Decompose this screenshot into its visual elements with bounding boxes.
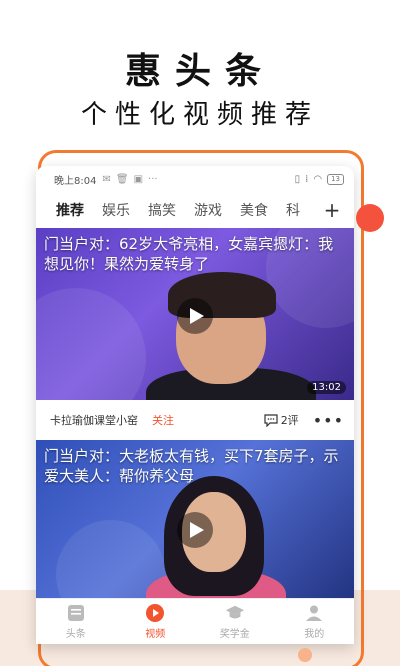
nav-label: 奖学金 <box>219 629 250 640</box>
nav-item-scholarship[interactable]: 奖学金 <box>195 599 275 644</box>
status-time: 晚上8:04 <box>54 175 97 187</box>
stage-light <box>36 288 146 400</box>
play-button[interactable] <box>177 298 213 334</box>
graduation-cap-icon <box>225 603 245 623</box>
status-right: ▯ ⁞ ◠ 13 <box>294 173 344 185</box>
news-icon <box>66 603 86 623</box>
comment-icon <box>264 413 278 427</box>
play-icon <box>189 308 204 324</box>
more-dots-icon: ··· <box>148 173 158 185</box>
notification-icon: ✉ <box>102 173 111 185</box>
status-bar: 晚上8:04 ✉ 🗑 ▣ ··· ▯ ⁞ ◠ 13 <box>36 166 354 192</box>
nav-item-news[interactable]: 头条 <box>36 599 116 644</box>
tabs-fade <box>298 196 320 224</box>
video-title[interactable]: 门当户对：62岁大爷亮相，女嘉宾摁灯：我想见你！果然为爱转身了 <box>44 234 346 274</box>
person-icon <box>304 603 324 623</box>
tab-entertainment[interactable]: 娱乐 <box>102 200 130 220</box>
decorative-dot <box>356 204 384 232</box>
author-name[interactable]: 卡拉瑜伽课堂小窑 <box>50 412 138 428</box>
play-icon <box>189 522 204 538</box>
comment-count: 2评 <box>280 414 299 427</box>
app-screenshot-page: 惠头条 个性化视频推荐 晚上8:04 ✉ 🗑 ▣ ··· ▯ ⁞ ◠ 13 推荐… <box>0 0 400 666</box>
bottom-navigation: 头条 视频 奖学金 我的 <box>36 598 354 644</box>
video-meta-row: 卡拉瑜伽课堂小窑 关注 2评 ••• <box>36 402 354 438</box>
vibrate-icon: ▯ <box>294 173 301 185</box>
nav-item-profile[interactable]: 我的 <box>275 599 355 644</box>
nav-item-video[interactable]: 视频 <box>116 599 196 644</box>
tab-funny[interactable]: 搞笑 <box>148 200 176 220</box>
decorative-dot-small <box>298 648 312 662</box>
wifi-icon: ◠ <box>313 173 323 185</box>
promo-subtitle: 个性化视频推荐 <box>80 100 319 130</box>
follow-button[interactable]: 关注 <box>152 412 174 428</box>
play-button[interactable] <box>177 512 213 548</box>
tab-games[interactable]: 游戏 <box>194 200 222 220</box>
video-card-2[interactable]: 门当户对：大老板太有钱，买下7套房子，示爱大美人：帮你养父母 <box>36 440 354 620</box>
comment-button[interactable]: 2评 <box>264 412 299 428</box>
phone-screen: 晚上8:04 ✉ 🗑 ▣ ··· ▯ ⁞ ◠ 13 推荐 娱乐 搞笑 游戏 美食… <box>36 166 354 644</box>
tab-food[interactable]: 美食 <box>240 200 268 220</box>
nav-label: 我的 <box>304 629 325 640</box>
nav-label: 头条 <box>65 629 86 640</box>
battery-icon: 13 <box>327 173 344 185</box>
trash-icon: 🗑 <box>115 173 129 185</box>
video-title[interactable]: 门当户对：大老板太有钱，买下7套房子，示爱大美人：帮你养父母 <box>44 446 346 486</box>
add-tab-button[interactable]: + <box>318 196 346 224</box>
video-play-icon <box>145 603 165 623</box>
video-duration: 13:02 <box>307 381 346 394</box>
more-options-icon[interactable]: ••• <box>313 411 344 430</box>
meta-actions: 2评 ••• <box>264 411 344 430</box>
signal-icon: ⁞ <box>305 173 309 185</box>
nav-label: 视频 <box>145 629 166 640</box>
video-card-1[interactable]: 门当户对：62岁大爷亮相，女嘉宾摁灯：我想见你！果然为爱转身了 13:02 <box>36 228 354 400</box>
doc-icon: ▣ <box>133 173 144 185</box>
category-tabs: 推荐 娱乐 搞笑 游戏 美食 科 + <box>36 196 354 224</box>
promo-title: 惠头条 <box>124 51 275 92</box>
tab-recommend[interactable]: 推荐 <box>56 200 84 220</box>
